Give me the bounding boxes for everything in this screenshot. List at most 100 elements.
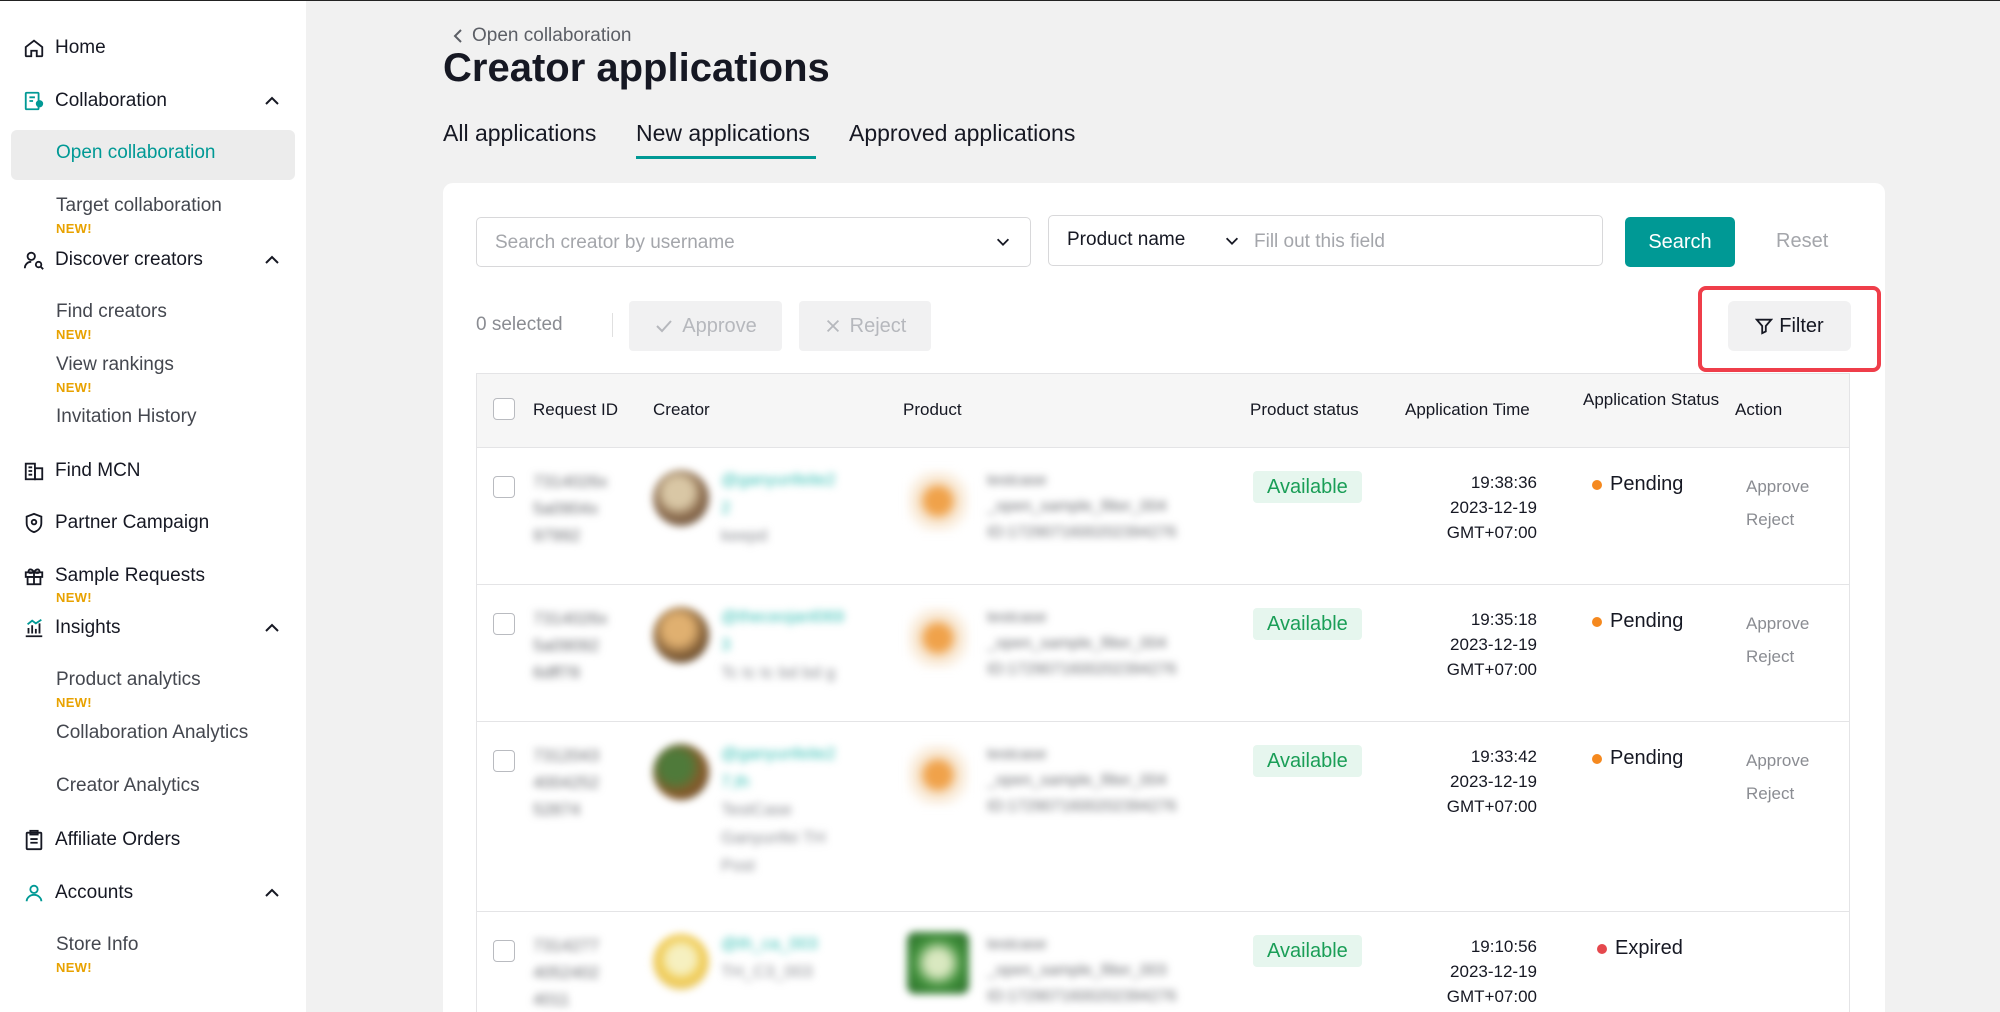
select-all-checkbox[interactable]: [493, 398, 515, 420]
back-link[interactable]: Open collaboration: [452, 25, 632, 47]
sidebar-item-affiliate-orders[interactable]: Affiliate Orders: [0, 818, 306, 862]
reject-action[interactable]: Reject: [1746, 647, 1794, 667]
user-icon: [22, 881, 46, 905]
sidebar-item-label: Store Info: [56, 934, 139, 955]
bulk-reject-label: Reject: [849, 314, 907, 337]
application-status: Expired: [1597, 937, 1683, 960]
gift-icon: [22, 564, 46, 588]
product-info: testcase _open_sample_filter_004 ID:172907…: [987, 472, 1177, 541]
sidebar-item-product-analytics[interactable]: Product analytics: [11, 657, 295, 707]
table-row: 7314277 4052402 4011 @th_ca_003 TH_C3_003 …: [477, 911, 1849, 1012]
approve-action[interactable]: Approve: [1746, 614, 1809, 634]
check-icon: [656, 320, 672, 333]
product-status-badge: Available: [1253, 935, 1362, 967]
sidebar-item-home[interactable]: Home: [0, 26, 306, 70]
sidebar-item-find-mcn[interactable]: Find MCN: [0, 449, 306, 493]
chevron-up-icon[interactable]: [262, 618, 282, 638]
column-header: Product status: [1250, 400, 1359, 419]
application-time: 19:10:56 2023-12-19 GMT+07:00: [1446, 937, 1537, 1006]
tab-all-applications[interactable]: All applications: [443, 120, 596, 147]
creator-nickname: keepd: [721, 526, 768, 545]
sidebar-item-target-collaboration[interactable]: Target collaboration: [11, 183, 295, 233]
product-thumbnail: [907, 470, 969, 532]
bulk-reject-button[interactable]: Reject: [799, 301, 931, 351]
application-status: Pending: [1592, 473, 1683, 496]
row-checkbox[interactable]: [493, 750, 515, 772]
sidebar-item-label: Find creators: [56, 301, 167, 322]
product-field-select[interactable]: Product name: [1067, 229, 1185, 251]
search-button[interactable]: Search: [1625, 217, 1735, 267]
new-badge: NEW!: [56, 380, 92, 395]
bar-chart-icon: [22, 616, 46, 640]
request-id: 7314277 4052402 4011: [533, 936, 600, 1009]
product-thumbnail: [907, 607, 969, 669]
chevron-up-icon[interactable]: [262, 250, 282, 270]
approve-action[interactable]: Approve: [1746, 751, 1809, 771]
reject-action[interactable]: Reject: [1746, 510, 1794, 530]
sidebar-item-partner-campaign[interactable]: Partner Campaign: [0, 501, 306, 545]
sidebar-item-label: Affiliate Orders: [55, 829, 181, 850]
filter-icon: [1755, 318, 1774, 335]
chevron-left-icon: [453, 29, 462, 43]
sidebar-item-label: Insights: [55, 617, 121, 638]
row-checkbox[interactable]: [493, 940, 515, 962]
sidebar-item-discover-creators[interactable]: Discover creators: [0, 238, 306, 282]
back-link-label: Open collaboration: [472, 25, 632, 46]
active-tab-indicator: [636, 156, 816, 159]
collaboration-icon: [22, 89, 46, 113]
clipboard-icon: [22, 828, 46, 852]
chevron-down-icon[interactable]: [1223, 232, 1241, 250]
filter-button[interactable]: Filter: [1728, 301, 1851, 351]
sidebar-item-label: Product analytics: [56, 669, 201, 690]
creator-link[interactable]: @theceojanl069 3: [721, 603, 871, 659]
new-badge: NEW!: [56, 590, 92, 605]
product-search-input[interactable]: Fill out this field: [1254, 231, 1385, 253]
application-time: 19:38:36 2023-12-19 GMT+07:00: [1446, 473, 1537, 542]
table-row: 7314026x 5a09092 6dff78 @theceojanl069 3 Tc…: [477, 584, 1849, 721]
approve-action[interactable]: Approve: [1746, 477, 1809, 497]
creator-search-input[interactable]: Search creator by username: [476, 217, 1031, 267]
sidebar-item-label: Collaboration Analytics: [56, 722, 249, 743]
sidebar-item-invitation-history[interactable]: Invitation History: [11, 394, 295, 444]
sidebar-item-accounts[interactable]: Accounts: [0, 871, 306, 915]
sidebar-item-insights[interactable]: Insights: [0, 606, 306, 650]
creator-nickname: Tc tc tc bd bd g: [721, 663, 836, 682]
creator-link[interactable]: @ganyunfeite2 2: [721, 466, 871, 522]
chevron-down-icon: [996, 238, 1010, 246]
sidebar-item-store-info[interactable]: Store Info: [11, 922, 295, 972]
sidebar-item-label: Open collaboration: [56, 142, 216, 163]
row-checkbox[interactable]: [493, 476, 515, 498]
creator-link[interactable]: @ganyunfeite2 7,th: [721, 740, 871, 796]
bulk-approve-button[interactable]: Approve: [629, 301, 782, 351]
column-header: Request ID: [533, 400, 619, 419]
application-time: 19:35:18 2023-12-19 GMT+07:00: [1446, 610, 1537, 679]
sidebar-item-view-rankings[interactable]: View rankings: [11, 342, 295, 392]
shield-icon: [22, 511, 46, 535]
sidebar-item-find-creators[interactable]: Find creators: [11, 289, 295, 339]
pending-dot-icon: [1592, 753, 1602, 764]
reject-action[interactable]: Reject: [1746, 784, 1794, 804]
row-checkbox[interactable]: [493, 613, 515, 635]
sidebar-item-sample-requests[interactable]: Sample Requests: [0, 554, 306, 598]
chevron-up-icon[interactable]: [262, 91, 282, 111]
application-status: Pending: [1592, 747, 1683, 770]
sidebar-item-collaboration[interactable]: Collaboration: [0, 79, 306, 123]
sidebar-item-collaboration-analytics[interactable]: Collaboration Analytics: [11, 710, 295, 760]
tab-new-applications[interactable]: New applications: [636, 120, 810, 147]
sidebar-item-open-collaboration[interactable]: Open collaboration: [11, 130, 295, 180]
new-badge: NEW!: [56, 327, 92, 342]
chevron-up-icon[interactable]: [262, 883, 282, 903]
tab-approved-applications[interactable]: Approved applications: [849, 120, 1075, 147]
sidebar-item-label: Partner Campaign: [55, 512, 210, 533]
new-badge: NEW!: [56, 695, 92, 710]
column-header: Application Status: [1583, 390, 1720, 409]
sidebar-item-label: Find MCN: [55, 460, 141, 481]
product-search-field[interactable]: Product name Fill out this field: [1048, 215, 1603, 266]
filter-label: Filter: [1779, 314, 1824, 337]
reset-button[interactable]: Reset: [1776, 230, 1828, 253]
sidebar-item-label: Invitation History: [56, 406, 197, 427]
sidebar-item-label: Sample Requests: [55, 565, 205, 586]
creator-link[interactable]: @th_ca_003: [721, 930, 871, 958]
divider: [612, 313, 613, 337]
sidebar-item-creator-analytics[interactable]: Creator Analytics: [11, 763, 295, 813]
